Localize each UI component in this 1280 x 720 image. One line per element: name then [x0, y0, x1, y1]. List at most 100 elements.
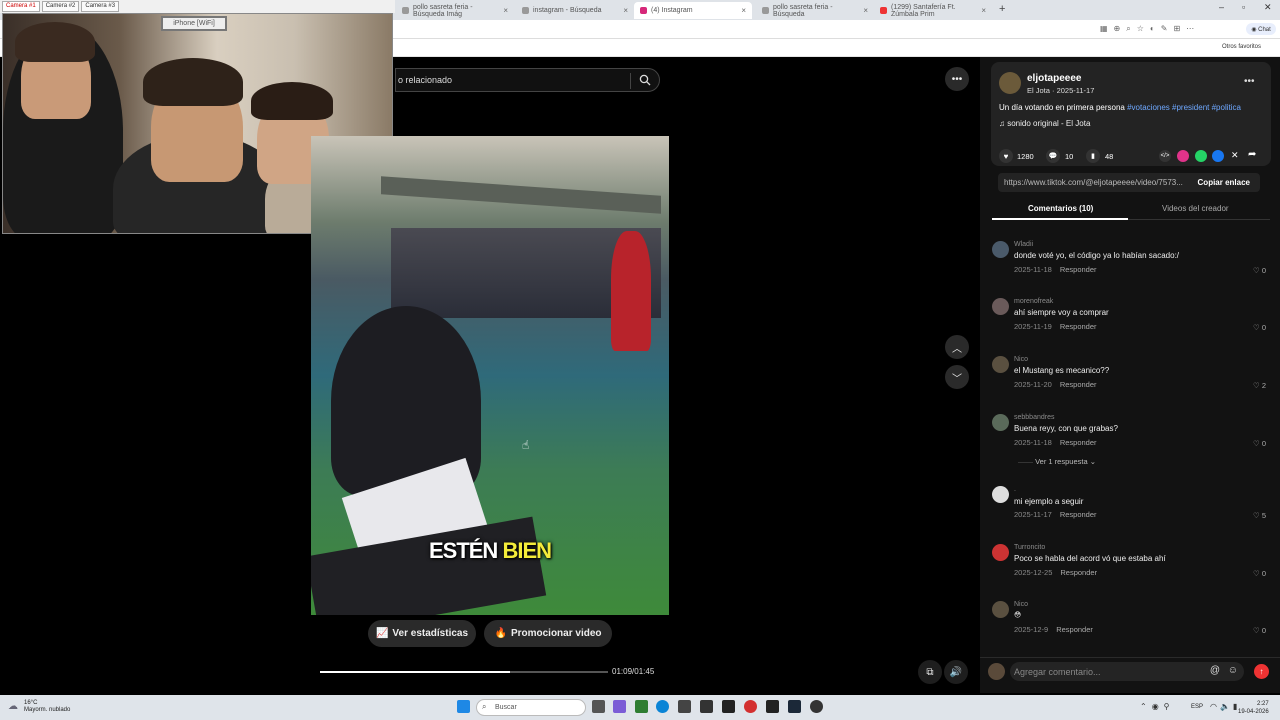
- comment-input[interactable]: Agregar comentario... @ ☺: [1010, 662, 1244, 681]
- browser-tab[interactable]: instagram - Búsqueda ×: [516, 2, 634, 19]
- view-stats-button[interactable]: 📈 Ver estadísticas: [368, 620, 476, 647]
- comment-like[interactable]: ♡ 0: [1253, 323, 1266, 332]
- edge-icon[interactable]: [656, 700, 669, 713]
- comment-username[interactable]: Nico: [1014, 356, 1028, 363]
- comment-icon[interactable]: 💬: [1046, 149, 1060, 163]
- task-view-icon[interactable]: [592, 700, 605, 713]
- minimize-icon[interactable]: –: [1219, 2, 1224, 12]
- search-input[interactable]: o relacionado: [395, 68, 660, 92]
- post-link[interactable]: https://www.tiktok.com/@eljotapeeee/vide…: [1004, 178, 1183, 187]
- maximize-icon[interactable]: ▫: [1242, 2, 1245, 12]
- obs-icon[interactable]: [810, 700, 823, 713]
- comment-avatar[interactable]: [992, 544, 1009, 561]
- comment-username[interactable]: .: [1014, 486, 1016, 493]
- mention-icon[interactable]: @: [1210, 665, 1220, 676]
- reply-button[interactable]: Responder: [1060, 510, 1097, 519]
- comment-avatar[interactable]: [992, 356, 1009, 373]
- toolbar-icons[interactable]: ▦⊕⌕☆◐✎⊞⋯: [1100, 24, 1200, 34]
- comment-like[interactable]: ♡ 0: [1253, 266, 1266, 275]
- send-comment-button[interactable]: ↑: [1254, 664, 1269, 679]
- comment-avatar[interactable]: [992, 414, 1009, 431]
- comment-avatar[interactable]: [992, 486, 1009, 503]
- more-options-button[interactable]: •••: [945, 67, 969, 91]
- network-volume-icons[interactable]: ◠🔈▮: [1210, 702, 1240, 711]
- comment-username[interactable]: morenofreak: [1014, 298, 1053, 305]
- whatsapp-icon[interactable]: [1195, 150, 1207, 162]
- new-tab-button[interactable]: +: [999, 3, 1005, 15]
- comment-date: 2025-11-18: [1014, 265, 1052, 274]
- embed-icon[interactable]: </>: [1159, 150, 1171, 162]
- close-tab-icon[interactable]: ×: [623, 6, 628, 15]
- other-favorites[interactable]: Otros favoritos: [1222, 44, 1261, 50]
- camera-tab-2[interactable]: Camera #2: [41, 1, 80, 12]
- comment-avatar[interactable]: [992, 601, 1009, 618]
- comment-like[interactable]: ♡ 0: [1253, 439, 1266, 448]
- reply-button[interactable]: Responder: [1056, 625, 1093, 634]
- volume-button[interactable]: 🔊: [944, 660, 968, 684]
- comment-like[interactable]: ♡ 5: [1253, 511, 1266, 520]
- promote-video-button[interactable]: 🔥 Promocionar video: [484, 620, 612, 647]
- previous-video-button[interactable]: ︿: [945, 335, 969, 359]
- facebook-icon[interactable]: [1212, 150, 1224, 162]
- system-tray-icons[interactable]: ⌃◉⚲: [1140, 702, 1175, 711]
- post-hashtags[interactable]: #votaciones #president #politica: [1127, 103, 1241, 112]
- app-icon[interactable]: [722, 700, 735, 713]
- copilot-chat-button[interactable]: ◉ Chat: [1246, 23, 1276, 35]
- start-icon[interactable]: [457, 700, 470, 713]
- comment-like[interactable]: ♡ 0: [1253, 569, 1266, 578]
- reply-button[interactable]: Responder: [1060, 322, 1097, 331]
- share-friends-icon[interactable]: [1177, 150, 1189, 162]
- close-tab-icon[interactable]: ×: [741, 6, 746, 15]
- comment-avatar[interactable]: [992, 241, 1009, 258]
- bookmark-icon[interactable]: ▮: [1086, 149, 1100, 163]
- creator-username[interactable]: eljotapeeee: [1027, 73, 1081, 84]
- taskbar-search[interactable]: ⌕ Buscar: [476, 699, 586, 716]
- comment-like[interactable]: ♡ 0: [1253, 626, 1266, 635]
- browser-tab[interactable]: (1299) Santafería Ft. Zúmbala Prim ×: [874, 2, 992, 19]
- pip-button[interactable]: ⧉: [918, 660, 942, 684]
- tab-comments[interactable]: Comentarios (10): [1028, 204, 1093, 213]
- copy-link-button[interactable]: Copiar enlace: [1198, 178, 1250, 187]
- comment-avatar[interactable]: [992, 298, 1009, 315]
- record-icon[interactable]: [744, 700, 757, 713]
- browser-tab[interactable]: pollo sasreta feria - Búsqueda Imág ×: [396, 2, 514, 19]
- emoji-icon[interactable]: ☺: [1228, 665, 1238, 676]
- post-sound[interactable]: ♫ sonido original - El Jota: [999, 119, 1090, 128]
- close-window-icon[interactable]: ✕: [1264, 2, 1272, 13]
- comment-like[interactable]: ♡ 2: [1253, 381, 1266, 390]
- camera-tab-1[interactable]: Camera #1: [2, 1, 40, 12]
- like-icon[interactable]: ♥: [999, 149, 1013, 163]
- comment-username[interactable]: sebbbandres: [1014, 414, 1054, 421]
- view-replies-link[interactable]: —— Ver 1 respuesta ⌄: [1018, 457, 1096, 466]
- app-icon[interactable]: [635, 700, 648, 713]
- x-icon[interactable]: ✕: [1231, 150, 1239, 161]
- reply-button[interactable]: Responder: [1060, 568, 1097, 577]
- copilot-icon[interactable]: [613, 700, 626, 713]
- weather-widget[interactable]: 16°C Mayorm. nublado: [24, 700, 70, 714]
- share-icon[interactable]: ➦: [1248, 149, 1256, 160]
- comment-username[interactable]: Nico: [1014, 601, 1028, 608]
- store-icon[interactable]: [678, 700, 691, 713]
- creator-avatar[interactable]: [999, 72, 1021, 94]
- language-indicator[interactable]: ESP: [1191, 704, 1203, 710]
- search-icon[interactable]: [639, 74, 651, 86]
- camera-tab-3[interactable]: Camera #3: [81, 1, 120, 12]
- comment-username[interactable]: Turroncito: [1014, 544, 1045, 551]
- close-tab-icon[interactable]: ×: [503, 6, 508, 15]
- post-more-button[interactable]: •••: [1244, 76, 1255, 87]
- reply-button[interactable]: Responder: [1060, 265, 1097, 274]
- app-icon[interactable]: [766, 700, 779, 713]
- reply-button[interactable]: Responder: [1060, 380, 1097, 389]
- app-icon[interactable]: [700, 700, 713, 713]
- close-tab-icon[interactable]: ×: [981, 6, 986, 15]
- close-tab-icon[interactable]: ×: [863, 6, 868, 15]
- tab-creator-videos[interactable]: Videos del creador: [1162, 204, 1229, 213]
- browser-tab-active[interactable]: (4) Instagram ×: [634, 2, 752, 19]
- steam-icon[interactable]: [788, 700, 801, 713]
- reply-button[interactable]: Responder: [1060, 438, 1097, 447]
- next-video-button[interactable]: ﹀: [945, 365, 969, 389]
- browser-tab[interactable]: pollo sasreta feria - Búsqueda ×: [756, 2, 874, 19]
- taskbar-clock[interactable]: 2:27 19-04-2026: [1238, 700, 1269, 716]
- video-progress-bar[interactable]: [320, 671, 608, 673]
- comment-username[interactable]: Wladii: [1014, 241, 1033, 248]
